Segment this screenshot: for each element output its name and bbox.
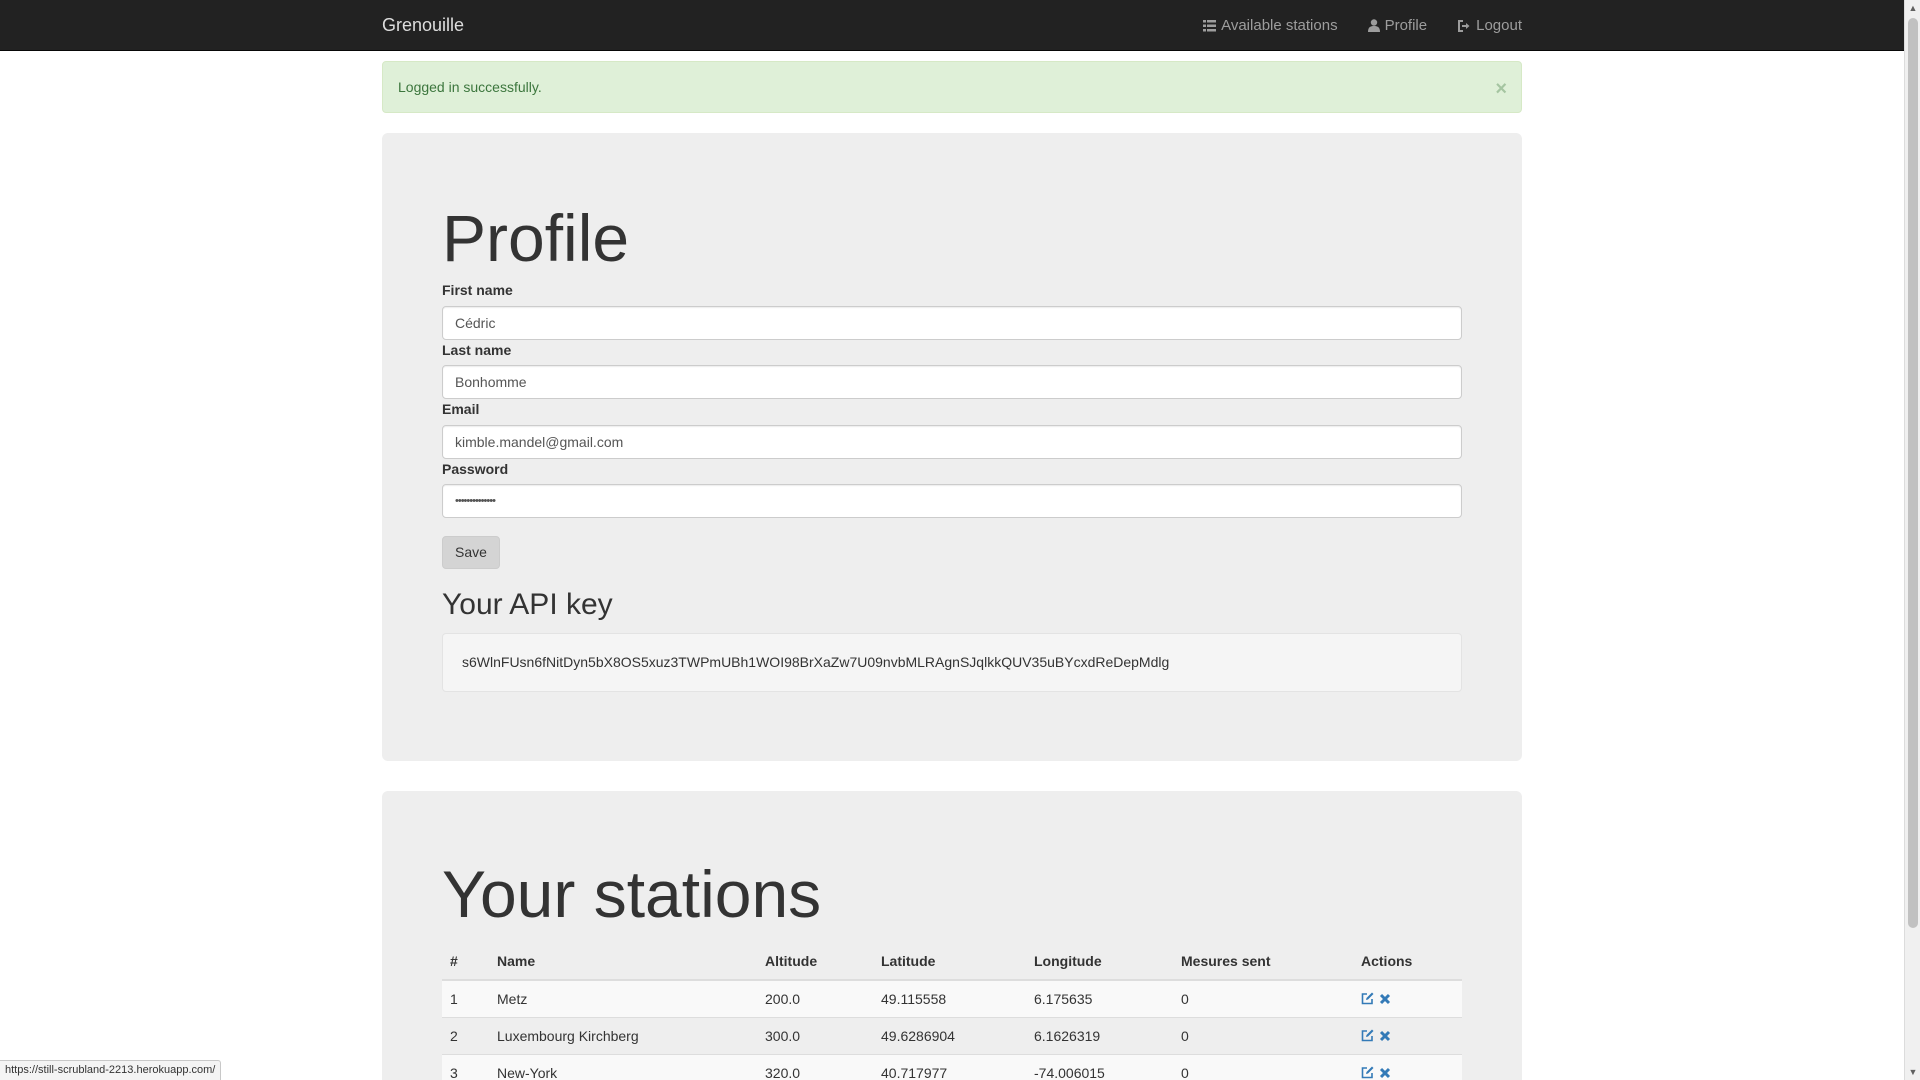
- edit-icon[interactable]: [1361, 1029, 1374, 1042]
- station-altitude: 320.0: [757, 1053, 873, 1080]
- navbar: Grenouille Available stations Profile Lo…: [0, 0, 1904, 51]
- alert-close-button[interactable]: ×: [1495, 62, 1507, 116]
- table-row: 1 Metz 200.0 49.115558 6.175635 0: [442, 979, 1462, 1017]
- column-header-name: Name: [489, 943, 757, 981]
- nav-profile[interactable]: Profile: [1367, 17, 1428, 34]
- status-bar-url: https://still-scrubland-2213.herokuapp.c…: [0, 1060, 222, 1080]
- table-row: 2 Luxembourg Kirchberg 300.0 49.6286904 …: [442, 1016, 1462, 1054]
- station-id: 1: [442, 979, 489, 1017]
- nav-profile-label: Profile: [1384, 17, 1428, 34]
- stations-table: # Name Altitude Latitude Longitude Mesur…: [442, 943, 1462, 1080]
- station-name: Luxembourg Kirchberg: [489, 1016, 757, 1054]
- api-key-well: s6WlnFUsn6fNitDyn5bX8OS5xuz3TWPmUBh1WOI9…: [442, 633, 1462, 692]
- stations-title: Your stations: [442, 857, 822, 931]
- station-id: 2: [442, 1016, 489, 1054]
- delete-icon[interactable]: [1379, 993, 1391, 1005]
- column-header-altitude: Altitude: [757, 943, 873, 981]
- scroll-down-arrow-icon[interactable]: ▼: [1905, 1064, 1920, 1080]
- user-icon: [1367, 19, 1380, 32]
- email-field[interactable]: kimble.mandel@gmail.com: [442, 425, 1462, 459]
- profile-title: Profile: [442, 201, 630, 275]
- column-header-latitude: Latitude: [873, 943, 1026, 981]
- save-button[interactable]: Save: [442, 536, 500, 569]
- column-header-mesures-sent: Mesures sent: [1173, 943, 1353, 981]
- last-name-field[interactable]: Bonhomme: [442, 365, 1462, 399]
- delete-icon[interactable]: [1379, 1030, 1391, 1042]
- table-row: 3 New-York 320.0 40.717977 -74.006015 0: [442, 1053, 1462, 1080]
- delete-icon[interactable]: [1379, 1067, 1391, 1079]
- station-name: New-York: [489, 1053, 757, 1080]
- first-name-label: First name: [442, 282, 513, 298]
- password-field[interactable]: ••••••••••••••: [442, 484, 1462, 518]
- station-id: 3: [442, 1053, 489, 1080]
- list-icon: [1203, 19, 1217, 32]
- station-mesures: 0: [1173, 1053, 1353, 1080]
- success-alert: Logged in successfully. ×: [382, 61, 1522, 113]
- page-scrollbar[interactable]: ▲ ▼: [1904, 0, 1920, 1080]
- api-key-title: Your API key: [442, 588, 613, 621]
- nav-available-stations[interactable]: Available stations: [1203, 17, 1338, 34]
- nav-logout-label: Logout: [1476, 17, 1522, 34]
- station-mesures: 0: [1173, 1016, 1353, 1054]
- station-actions: [1353, 1016, 1462, 1054]
- brand-link[interactable]: Grenouille: [382, 0, 464, 51]
- logout-icon: [1457, 19, 1471, 32]
- station-altitude: 200.0: [757, 979, 873, 1017]
- station-mesures: 0: [1173, 979, 1353, 1017]
- profile-section: Profile First name Cédric Last name Bonh…: [382, 133, 1522, 761]
- alert-message: Logged in successfully.: [398, 79, 542, 95]
- column-header-actions: Actions: [1353, 943, 1462, 981]
- station-actions: [1353, 979, 1462, 1017]
- nav-links: Available stations Profile Logout: [1203, 0, 1522, 51]
- edit-icon[interactable]: [1361, 1066, 1374, 1079]
- scrollbar-thumb[interactable]: [1908, 18, 1918, 928]
- station-latitude: 40.717977: [873, 1053, 1026, 1080]
- last-name-label: Last name: [442, 342, 512, 358]
- station-latitude: 49.6286904: [873, 1016, 1026, 1054]
- scroll-up-arrow-icon[interactable]: ▲: [1905, 0, 1920, 16]
- station-actions: [1353, 1053, 1462, 1080]
- column-header-longitude: Longitude: [1026, 943, 1173, 981]
- password-label: Password: [442, 461, 509, 477]
- edit-icon[interactable]: [1361, 992, 1374, 1005]
- table-header-row: # Name Altitude Latitude Longitude Mesur…: [442, 943, 1462, 981]
- nav-logout[interactable]: Logout: [1457, 17, 1522, 34]
- first-name-field[interactable]: Cédric: [442, 306, 1462, 340]
- station-longitude: 6.1626319: [1026, 1016, 1173, 1054]
- station-longitude: -74.006015: [1026, 1053, 1173, 1080]
- station-name: Metz: [489, 979, 757, 1017]
- station-altitude: 300.0: [757, 1016, 873, 1054]
- column-header-number: #: [442, 943, 489, 981]
- nav-available-stations-label: Available stations: [1221, 17, 1338, 34]
- email-label: Email: [442, 401, 480, 417]
- station-latitude: 49.115558: [873, 979, 1026, 1017]
- station-longitude: 6.175635: [1026, 979, 1173, 1017]
- page: Grenouille Available stations Profile Lo…: [0, 0, 1920, 1080]
- stations-section: Your stations # Name Altitude Latitude L…: [382, 791, 1522, 1080]
